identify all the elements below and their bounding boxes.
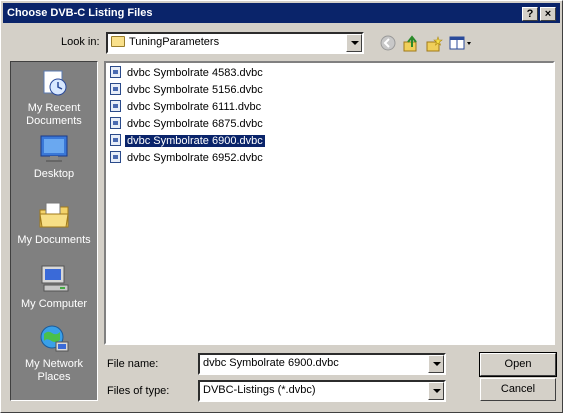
dvbc-file-icon <box>110 83 121 95</box>
list-item[interactable]: dvbc Symbolrate 5156.dvbc <box>110 83 265 98</box>
back-icon[interactable] <box>379 35 397 53</box>
file-name: dvbc Symbolrate 4583.dvbc <box>127 67 263 79</box>
window-title: Choose DVB-C Listing Files <box>7 7 153 19</box>
file-name: dvbc Symbolrate 6900.dvbc <box>124 134 266 148</box>
place-network-places[interactable]: My Network Places <box>11 324 97 384</box>
list-item[interactable]: dvbc Symbolrate 6111.dvbc <box>110 100 263 115</box>
open-button[interactable]: Open <box>479 352 557 377</box>
cancel-button[interactable]: Cancel <box>480 378 556 401</box>
place-label: My Documents <box>17 234 91 246</box>
place-label: My Network Places <box>24 358 84 383</box>
my-documents-icon <box>38 200 70 230</box>
place-my-documents[interactable]: My Documents <box>11 200 97 247</box>
new-folder-icon[interactable] <box>425 35 443 53</box>
my-computer-icon <box>38 264 70 294</box>
place-label: Desktop <box>33 168 75 180</box>
places-bar: My Recent Documents Desktop My Documents… <box>10 61 98 401</box>
dvbc-file-icon <box>110 66 121 78</box>
dvbc-file-icon <box>110 151 121 163</box>
file-list[interactable]: dvbc Symbolrate 4583.dvbc dvbc Symbolrat… <box>104 61 555 345</box>
place-label: My Recent Documents <box>26 102 82 127</box>
view-menu-icon[interactable] <box>449 35 473 53</box>
place-recent-documents[interactable]: My Recent Documents <box>11 68 97 128</box>
desktop-icon <box>38 134 70 164</box>
place-desktop[interactable]: Desktop <box>11 134 97 181</box>
lookin-label: Look in: <box>61 36 100 48</box>
list-item[interactable]: dvbc Symbolrate 6952.dvbc <box>110 151 265 166</box>
filetype-select[interactable]: DVBC-Listings (*.dvbc) <box>198 380 446 402</box>
file-name: dvbc Symbolrate 6875.dvbc <box>127 118 263 130</box>
lookin-dropdown-button[interactable] <box>346 34 362 52</box>
lookin-value: TuningParameters <box>129 36 220 48</box>
filetype-value: DVBC-Listings (*.dvbc) <box>203 384 316 396</box>
file-name: dvbc Symbolrate 5156.dvbc <box>127 84 263 96</box>
filename-label: File name: <box>107 358 159 370</box>
close-icon: × <box>544 8 552 20</box>
help-icon: ? <box>526 8 534 20</box>
filename-dropdown-button[interactable] <box>428 355 444 373</box>
network-places-icon <box>38 324 70 354</box>
help-button[interactable]: ? <box>522 7 538 21</box>
dvbc-file-icon <box>110 100 121 112</box>
recent-documents-icon <box>38 68 70 98</box>
list-item-selected[interactable]: dvbc Symbolrate 6900.dvbc <box>110 134 266 149</box>
folder-icon <box>111 36 125 47</box>
up-folder-icon[interactable] <box>402 35 420 53</box>
dvbc-file-icon <box>110 117 121 129</box>
lookin-dropdown[interactable]: TuningParameters <box>106 32 364 54</box>
dvbc-file-icon <box>110 134 121 146</box>
filename-field[interactable]: dvbc Symbolrate 6900.dvbc <box>198 353 446 375</box>
file-name: dvbc Symbolrate 6952.dvbc <box>127 152 263 164</box>
title-bar[interactable]: Choose DVB-C Listing Files ? × <box>3 3 560 23</box>
filetype-label: Files of type: <box>107 385 170 397</box>
close-button[interactable]: × <box>540 7 556 21</box>
lookin-value-wrap: TuningParameters <box>111 36 219 48</box>
list-item[interactable]: dvbc Symbolrate 6875.dvbc <box>110 117 265 132</box>
list-item[interactable]: dvbc Symbolrate 4583.dvbc <box>110 66 265 81</box>
filename-value: dvbc Symbolrate 6900.dvbc <box>203 357 339 369</box>
filetype-dropdown-button[interactable] <box>428 382 444 400</box>
place-my-computer[interactable]: My Computer <box>11 264 97 311</box>
place-label: My Computer <box>20 298 88 310</box>
file-name: dvbc Symbolrate 6111.dvbc <box>127 101 262 113</box>
file-dialog: Choose DVB-C Listing Files ? × Look in: … <box>0 0 563 413</box>
